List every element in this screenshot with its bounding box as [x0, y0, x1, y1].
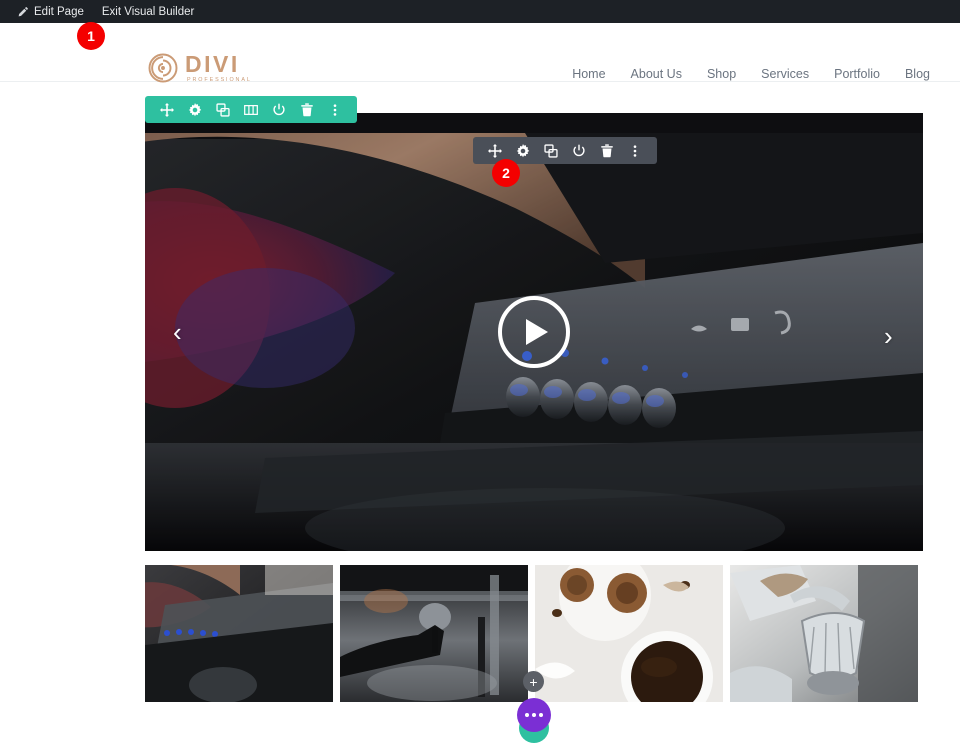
more-vertical-icon[interactable]: [325, 100, 345, 120]
gear-icon[interactable]: [185, 100, 205, 120]
columns-icon[interactable]: [241, 100, 261, 120]
gear-icon[interactable]: [513, 141, 533, 161]
gallery-thumbnail-4[interactable]: [730, 565, 918, 702]
visual-builder-page: Edit Page Exit Visual Builder DIVI PROFE…: [0, 0, 960, 744]
more-vertical-icon[interactable]: [625, 141, 645, 161]
thumbnail-image: [145, 565, 333, 702]
section-toolbar[interactable]: [145, 96, 357, 123]
power-icon[interactable]: [569, 141, 589, 161]
ellipsis-icon-dot-1: [525, 713, 529, 717]
duplicate-icon[interactable]: [213, 100, 233, 120]
ellipsis-icon-dot-3: [539, 713, 543, 717]
site-header: DIVI PROFESSIONAL Home About Us Shop Ser…: [0, 23, 960, 83]
step-badge-2: 2: [492, 159, 520, 187]
play-button-icon[interactable]: [498, 296, 570, 368]
slider-prev-arrow-icon[interactable]: ‹: [173, 319, 182, 345]
thumbnail-image: [535, 565, 723, 702]
ellipsis-icon-dot-2: [532, 713, 536, 717]
site-logo[interactable]: DIVI PROFESSIONAL: [148, 53, 252, 83]
step-badge-1: 1: [77, 22, 105, 50]
nav-item-services[interactable]: Services: [761, 67, 809, 81]
gallery-thumbnail-1[interactable]: [145, 565, 333, 702]
add-section-button[interactable]: +: [523, 671, 544, 692]
move-icon[interactable]: [485, 141, 505, 161]
exit-visual-builder-item[interactable]: Exit Visual Builder: [93, 0, 203, 23]
thumbnail-image: [340, 565, 528, 702]
pencil-icon: [17, 6, 29, 18]
trash-icon[interactable]: [297, 100, 317, 120]
nav-item-shop[interactable]: Shop: [707, 67, 736, 81]
move-icon[interactable]: [157, 100, 177, 120]
edit-page-item[interactable]: Edit Page: [8, 0, 93, 23]
nav-item-about-us[interactable]: About Us: [631, 67, 682, 81]
logo-title: DIVI: [185, 51, 240, 77]
builder-menu-button[interactable]: [517, 698, 551, 732]
nav-item-blog[interactable]: Blog: [905, 67, 930, 81]
exit-visual-builder-label: Exit Visual Builder: [101, 5, 195, 18]
wp-admin-bar: Edit Page Exit Visual Builder: [0, 0, 960, 23]
trash-icon[interactable]: [597, 141, 617, 161]
power-icon[interactable]: [269, 100, 289, 120]
logo-subtitle: PROFESSIONAL: [187, 77, 252, 83]
primary-nav: Home About Us Shop Services Portfolio Bl…: [572, 67, 930, 81]
play-triangle: [526, 319, 548, 345]
slider-next-arrow-icon[interactable]: ›: [884, 323, 893, 349]
gallery-thumbnail-2[interactable]: [340, 565, 528, 702]
thumbnail-image: [730, 565, 918, 702]
nav-item-home[interactable]: Home: [572, 67, 605, 81]
edit-page-label: Edit Page: [34, 5, 84, 18]
gallery-thumbnail-3[interactable]: [535, 565, 723, 702]
divi-spiral-logo-icon: [148, 53, 178, 83]
duplicate-icon[interactable]: [541, 141, 561, 161]
plus-icon: +: [529, 673, 538, 690]
hero-video-slider[interactable]: ‹: [145, 113, 923, 551]
nav-item-portfolio[interactable]: Portfolio: [834, 67, 880, 81]
